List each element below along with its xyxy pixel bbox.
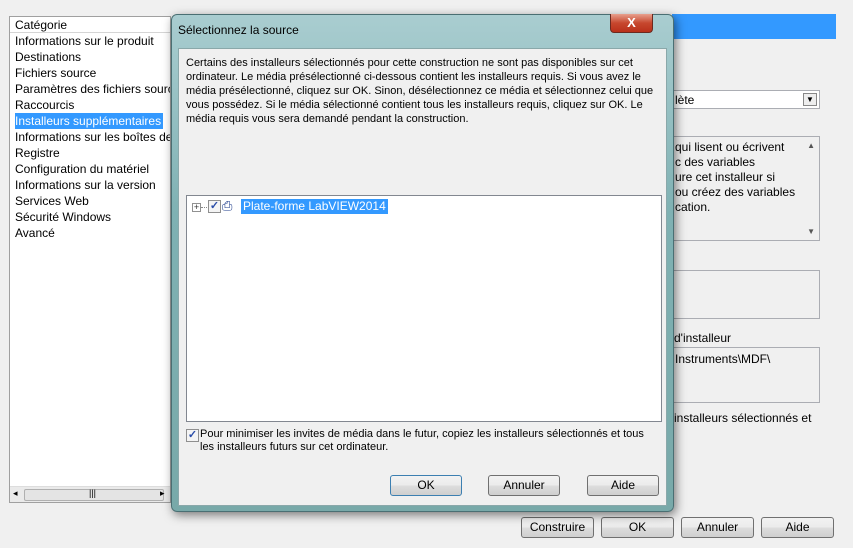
- path-field[interactable]: Instruments\MDF\: [660, 347, 820, 403]
- install-type-dropdown[interactable]: lète ▼: [660, 90, 820, 109]
- build-button[interactable]: Construire: [521, 517, 594, 538]
- dialog-message: Certains des installeurs sélectionnés po…: [186, 57, 654, 125]
- scroll-up-icon[interactable]: ▲: [807, 141, 815, 150]
- category-item-label: Avancé: [15, 226, 55, 240]
- dialog-ok-button[interactable]: OK: [390, 475, 462, 496]
- ok-button[interactable]: OK: [601, 517, 674, 538]
- category-item[interactable]: Services Web: [10, 193, 170, 209]
- category-item[interactable]: Sécurité Windows: [10, 209, 170, 225]
- category-item-label: Sécurité Windows: [15, 210, 112, 224]
- category-item-label: Services Web: [15, 194, 89, 208]
- description-line: cation.: [675, 200, 711, 214]
- path-value: Instruments\MDF\: [675, 352, 771, 366]
- category-item-label: Installeurs supplémentaires: [15, 113, 164, 129]
- scroll-right-icon[interactable]: ▸: [160, 488, 165, 499]
- description-box: qui lisent ou écrivent c des variables ure…: [660, 136, 820, 241]
- category-item-label: Informations sur le produit: [15, 34, 154, 48]
- tree-item-label[interactable]: Plate-forme LabVIEW2014: [241, 199, 388, 214]
- media-tree[interactable]: + ✓ ⎙ Plate-forme LabVIEW2014: [186, 195, 662, 422]
- category-item-label: Registre: [15, 146, 60, 160]
- category-item[interactable]: Paramètres des fichiers source: [10, 81, 170, 97]
- category-item[interactable]: Configuration du matériel: [10, 161, 170, 177]
- path-label: d'installeur: [674, 331, 731, 345]
- horizontal-scrollbar[interactable]: ◂ ||| ▸: [10, 486, 170, 502]
- select-source-dialog: Sélectionnez la source X Certains des in…: [171, 14, 674, 512]
- section-header-bar: [672, 14, 836, 39]
- category-item-label: Informations sur les boîtes de dialogue: [15, 130, 170, 144]
- scroll-thumb[interactable]: |||: [24, 488, 164, 501]
- dropdown-value: lète: [675, 93, 695, 107]
- category-item[interactable]: Informations sur le produit: [10, 33, 170, 49]
- description-line: qui lisent ou écrivent: [675, 140, 785, 154]
- expand-icon[interactable]: +: [192, 203, 201, 212]
- copy-option-text: installeurs sélectionnés et: [674, 411, 812, 425]
- category-item[interactable]: Fichiers source: [10, 65, 170, 81]
- dialog-title: Sélectionnez la source: [178, 23, 299, 37]
- copy-checkbox-label: Pour minimiser les invites de média dans…: [200, 428, 644, 453]
- category-item-label: Fichiers source: [15, 66, 97, 80]
- scroll-down-icon[interactable]: ▼: [807, 227, 815, 236]
- scroll-left-icon[interactable]: ◂: [13, 488, 18, 499]
- category-item[interactable]: Informations sur la version: [10, 177, 170, 193]
- category-item-label: Destinations: [15, 50, 82, 64]
- close-button[interactable]: X: [610, 14, 653, 33]
- category-item-label: Informations sur la version: [15, 178, 156, 192]
- category-item[interactable]: Raccourcis: [10, 97, 170, 113]
- chevron-down-icon[interactable]: ▼: [803, 93, 817, 106]
- platform-icon: ⎙: [222, 198, 233, 213]
- category-item[interactable]: Informations sur les boîtes de dialogue: [10, 129, 170, 145]
- description-line: ou créez des variables: [675, 185, 796, 199]
- category-item-label: Raccourcis: [15, 98, 75, 112]
- tree-checkbox[interactable]: ✓: [208, 200, 221, 213]
- category-item-label: Paramètres des fichiers source: [15, 82, 170, 96]
- category-list[interactable]: Catégorie Informations sur le produit Des…: [9, 16, 171, 503]
- category-header: Catégorie: [10, 17, 170, 33]
- category-item[interactable]: Avancé: [10, 225, 170, 241]
- dialog-help-button[interactable]: Aide: [587, 475, 659, 496]
- description-line: c des variables: [675, 155, 756, 169]
- copy-checkbox[interactable]: ✓: [186, 429, 199, 442]
- empty-field[interactable]: [660, 270, 820, 319]
- dialog-content: Certains des installeurs sélectionnés po…: [178, 48, 667, 506]
- cancel-button[interactable]: Annuler: [681, 517, 754, 538]
- category-item[interactable]: Installeurs supplémentaires: [10, 113, 170, 129]
- category-item[interactable]: Destinations: [10, 49, 170, 65]
- description-line: ure cet installeur si: [675, 170, 776, 184]
- category-item-label: Configuration du matériel: [15, 162, 150, 176]
- category-item[interactable]: Registre: [10, 145, 170, 161]
- dialog-cancel-button[interactable]: Annuler: [488, 475, 560, 496]
- help-button[interactable]: Aide: [761, 517, 834, 538]
